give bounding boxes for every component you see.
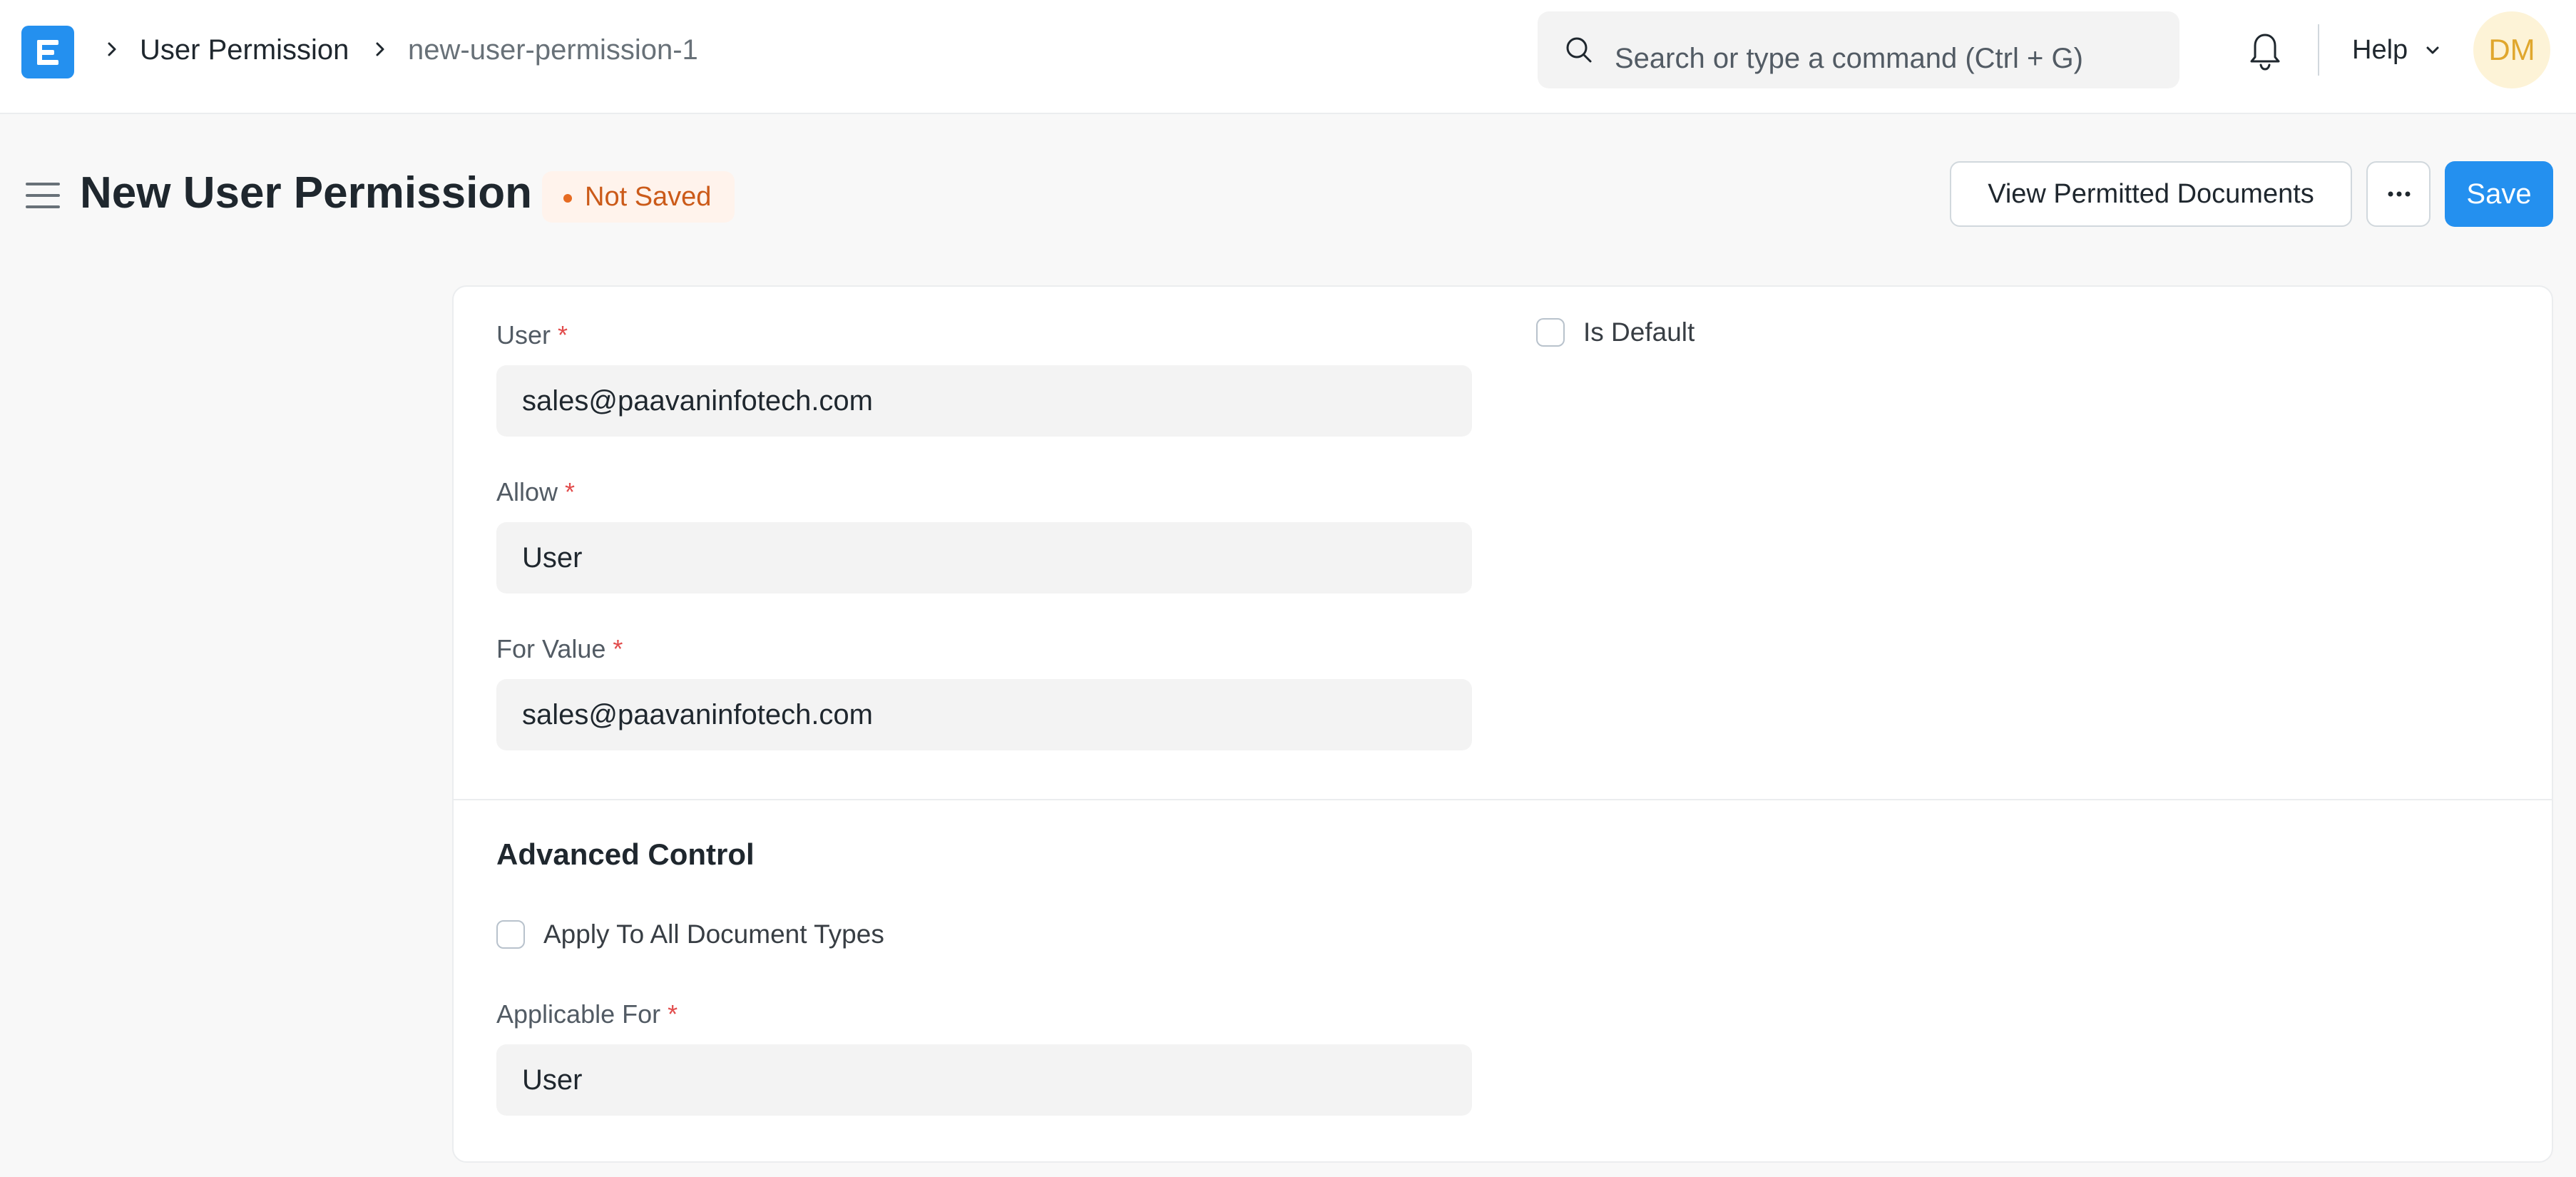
chevron-right-icon: [108, 42, 116, 56]
avatar[interactable]: DM: [2473, 11, 2550, 88]
breadcrumb-user-permission[interactable]: User Permission: [140, 31, 349, 68]
navbar: User Permission new-user-permission-1 Se…: [0, 0, 2576, 114]
for-value-field[interactable]: sales@paavaninfotech.com: [496, 679, 1472, 750]
applicable-for-field-value: User: [522, 1064, 583, 1096]
required-marker: *: [668, 999, 678, 1029]
view-permitted-documents-button[interactable]: View Permitted Documents: [1950, 161, 2352, 227]
required-marker: *: [558, 320, 568, 350]
search-input[interactable]: Search or type a command (Ctrl + G): [1538, 11, 2179, 88]
hamburger-icon[interactable]: [26, 181, 60, 210]
search-placeholder: Search or type a command (Ctrl + G): [1615, 43, 2083, 74]
allow-field-label: Allow *: [496, 477, 576, 506]
section-divider: [454, 799, 2552, 800]
allow-field[interactable]: User: [496, 522, 1472, 593]
user-field[interactable]: sales@paavaninfotech.com: [496, 365, 1472, 437]
applicable-for-field[interactable]: User: [496, 1044, 1472, 1116]
required-marker: *: [613, 634, 623, 663]
form-card: User * sales@paavaninfotech.com Allow * …: [452, 285, 2553, 1163]
advanced-control-heading: Advanced Control: [496, 837, 755, 871]
apply-to-all-doctypes-checkbox[interactable]: [496, 920, 525, 949]
status-dot: [563, 194, 572, 203]
for-value-field-value: sales@paavaninfotech.com: [522, 699, 873, 730]
breadcrumb-current-doc[interactable]: new-user-permission-1: [408, 31, 698, 68]
more-dots-icon: [2388, 191, 2411, 197]
chevron-right-icon: [376, 42, 384, 56]
page-title: New User Permission: [80, 168, 533, 218]
status-label: Not Saved: [585, 182, 712, 212]
user-field-label: User *: [496, 320, 568, 350]
bell-icon[interactable]: [2245, 27, 2285, 73]
save-button[interactable]: Save: [2445, 161, 2553, 227]
search-icon: [1566, 37, 1592, 63]
is-default-label[interactable]: Is Default: [1583, 315, 1695, 350]
status-badge: Not Saved: [542, 171, 735, 223]
chevron-down-icon[interactable]: [2423, 41, 2442, 60]
required-marker: *: [565, 477, 576, 506]
more-actions-button[interactable]: [2366, 161, 2431, 227]
allow-field-value: User: [522, 542, 583, 574]
is-default-checkbox[interactable]: [1536, 318, 1565, 347]
app-logo-icon[interactable]: [21, 26, 74, 78]
for-value-field-label: For Value *: [496, 634, 623, 663]
apply-to-all-doctypes-label[interactable]: Apply To All Document Types: [543, 917, 884, 952]
navbar-divider: [2318, 24, 2319, 76]
applicable-for-field-label: Applicable For *: [496, 999, 678, 1029]
user-field-value: sales@paavaninfotech.com: [522, 385, 873, 417]
help-menu[interactable]: Help: [2352, 31, 2408, 68]
